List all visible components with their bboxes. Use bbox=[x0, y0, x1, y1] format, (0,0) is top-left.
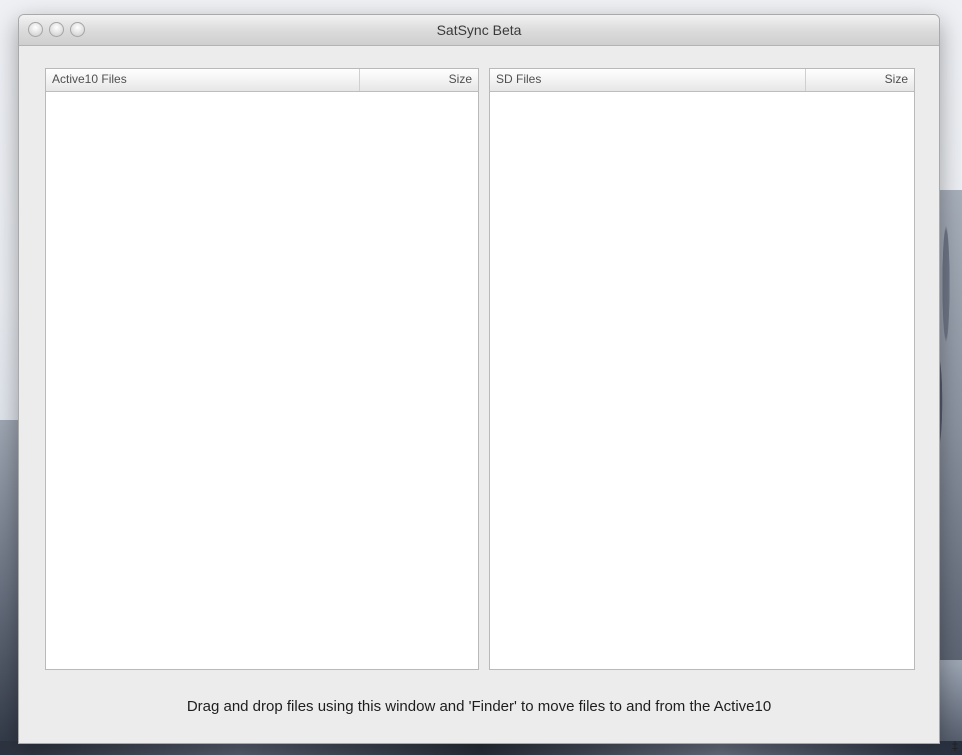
column-header-sd-files[interactable]: SD Files bbox=[490, 69, 806, 91]
app-window: SatSync Beta Active10 Files Size SD File… bbox=[18, 14, 940, 744]
column-header-active10-files[interactable]: Active10 Files bbox=[46, 69, 360, 91]
title-bar[interactable]: SatSync Beta bbox=[19, 15, 939, 46]
sd-files-table[interactable]: SD Files Size bbox=[489, 68, 915, 670]
window-title: SatSync Beta bbox=[436, 22, 522, 38]
active10-files-table[interactable]: Active10 Files Size bbox=[45, 68, 479, 670]
column-header-size[interactable]: Size bbox=[360, 69, 478, 91]
active10-files-list[interactable] bbox=[46, 92, 478, 669]
table-header: Active10 Files Size bbox=[46, 69, 478, 92]
instructions-text: Drag and drop files using this window an… bbox=[186, 698, 772, 715]
window-content: Active10 Files Size SD Files Size Drag a… bbox=[19, 46, 939, 743]
sd-files-list[interactable] bbox=[490, 92, 914, 669]
column-header-size[interactable]: Size bbox=[806, 69, 914, 91]
desktop-wallpaper-trees bbox=[0, 420, 20, 755]
table-header: SD Files Size bbox=[490, 69, 914, 92]
desktop-corner-glyph: ‡ bbox=[952, 739, 958, 753]
